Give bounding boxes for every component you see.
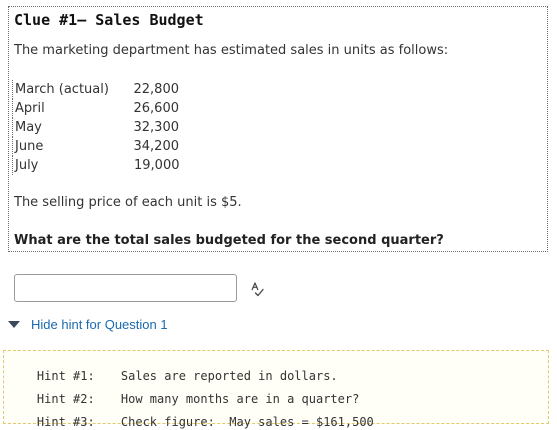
month-label: July (15, 158, 39, 173)
table-row: June 34,200 (13, 137, 180, 156)
month-label: June (15, 139, 44, 154)
units-value: 32,300 (133, 120, 180, 135)
hide-hint-toggle[interactable]: Hide hint for Question 1 (8, 316, 168, 332)
spellcheck-icon[interactable] (249, 281, 265, 297)
caret-down-icon (8, 320, 20, 328)
question-text: What are the total sales budgeted for th… (14, 233, 444, 248)
table-row: April 26,600 (13, 99, 180, 118)
hint-row: Hint #1: Sales are reported in dollars. (8, 352, 338, 383)
month-label: April (15, 101, 45, 116)
units-value: 26,600 (133, 101, 180, 116)
table-row: March (actual) 22,800 (13, 80, 180, 99)
sales-units-table: March (actual) 22,800 April 26,600 May 3… (12, 80, 180, 175)
month-label: May (15, 120, 42, 135)
hide-hint-link[interactable]: Hide hint for Question 1 (31, 317, 168, 332)
units-value: 22,800 (133, 82, 180, 97)
hints-panel: Hint #1: Sales are reported in dollars. H… (3, 350, 549, 429)
clue-panel: Clue #1– Sales Budget The marketing depa… (8, 6, 548, 252)
intro-text: The marketing department has estimated s… (14, 43, 449, 58)
table-row: July 19,000 (13, 156, 180, 175)
table-row: May 32,300 (13, 118, 180, 137)
clue-title: Clue #1– Sales Budget (14, 11, 204, 29)
hint-key: Hint #3: (36, 415, 95, 429)
hint-row: Hint #2: How many months are in a quarter… (8, 375, 359, 406)
answer-input[interactable] (14, 274, 237, 302)
hint-text: Check figure: May sales = $161,500 (120, 415, 374, 429)
units-value: 34,200 (133, 139, 180, 154)
selling-price-text: The selling price of each unit is $5. (14, 195, 242, 210)
month-label: March (actual) (15, 82, 109, 97)
units-value: 19,000 (134, 158, 180, 173)
hint-row: Hint #3: Check figure: May sales = $161,5… (8, 398, 374, 429)
